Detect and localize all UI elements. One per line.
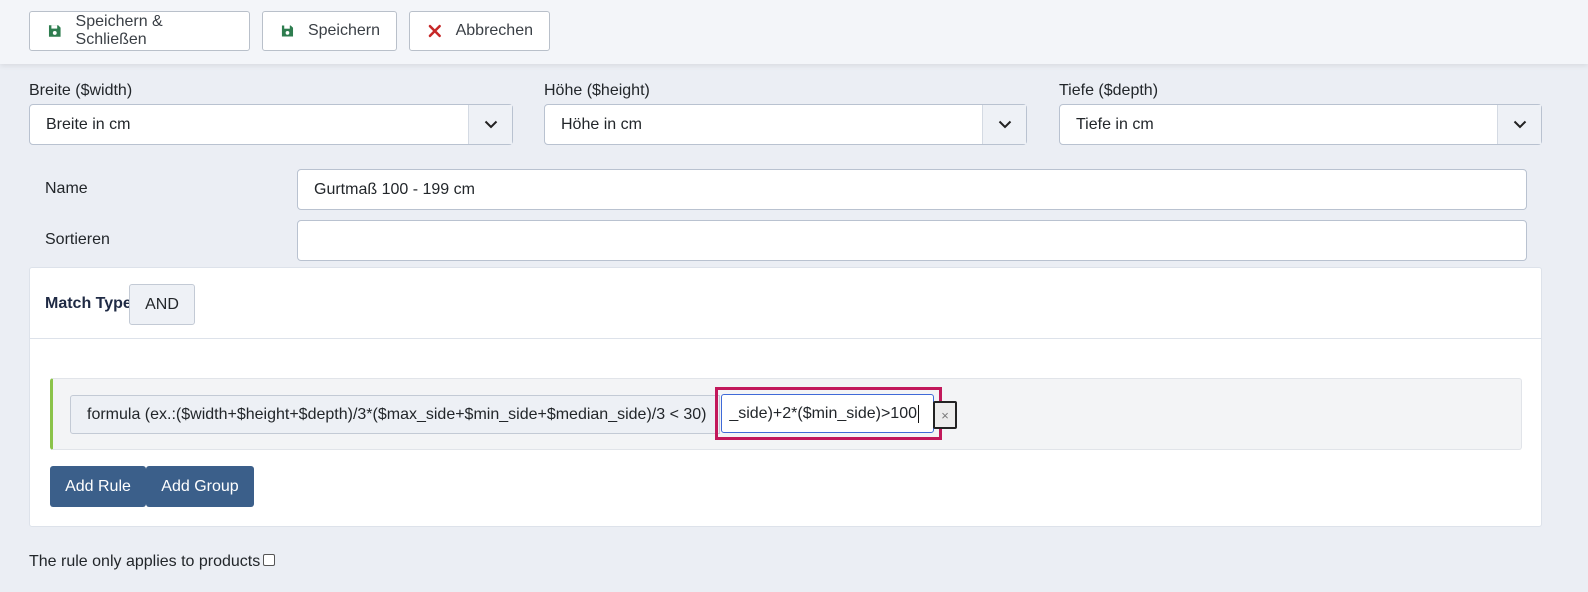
floppy-disk-icon bbox=[281, 25, 294, 37]
floppy-disk-icon bbox=[48, 25, 61, 37]
close-icon bbox=[428, 24, 441, 38]
products-only-label: The rule only applies to products bbox=[29, 553, 261, 570]
depth-select-value: Tiefe in cm bbox=[1076, 115, 1154, 133]
name-input[interactable]: Gurtmaß 100 - 199 cm bbox=[297, 169, 1527, 210]
remove-rule-button[interactable]: × bbox=[933, 401, 957, 429]
chevron-down-icon[interactable] bbox=[468, 105, 512, 144]
sort-input[interactable] bbox=[297, 220, 1527, 261]
rule-row: formula (ex.:($width+$height+$depth)/3*(… bbox=[50, 378, 1522, 450]
rule-field-label: formula (ex.:($width+$height+$depth)/3*(… bbox=[70, 395, 720, 434]
toolbar: Speichern & Schließen Speichern Abbreche… bbox=[0, 0, 1588, 64]
depth-label: Tiefe ($depth) bbox=[1059, 82, 1159, 99]
add-rule-button[interactable]: Add Rule bbox=[50, 466, 146, 507]
panel-divider bbox=[30, 338, 1541, 339]
match-type-label: Match Type bbox=[45, 295, 132, 312]
name-label: Name bbox=[45, 180, 88, 197]
width-select-value: Breite in cm bbox=[46, 115, 131, 133]
rule-value-text: _side)+2*($min_side)>100 bbox=[729, 404, 917, 422]
width-select[interactable]: Breite in cm bbox=[29, 104, 513, 145]
save-close-label: Speichern & Schließen bbox=[75, 13, 163, 48]
text-caret bbox=[918, 404, 919, 423]
height-select[interactable]: Höhe in cm bbox=[544, 104, 1027, 145]
save-close-button[interactable]: Speichern & Schließen bbox=[29, 11, 250, 51]
cancel-button[interactable]: Abbrechen bbox=[409, 11, 550, 51]
match-type-select[interactable]: AND bbox=[129, 284, 195, 325]
add-group-button[interactable]: Add Group bbox=[146, 466, 254, 507]
width-label: Breite ($width) bbox=[29, 82, 133, 99]
remove-icon: × bbox=[941, 407, 949, 423]
products-only-checkbox[interactable] bbox=[263, 554, 276, 566]
depth-select[interactable]: Tiefe in cm bbox=[1059, 104, 1542, 145]
rule-value-highlight: _side)+2*($min_side)>100 bbox=[715, 387, 942, 440]
chevron-down-icon[interactable] bbox=[982, 105, 1026, 144]
height-label: Höhe ($height) bbox=[544, 82, 650, 99]
save-button[interactable]: Speichern bbox=[262, 11, 397, 51]
name-input-value: Gurtmaß 100 - 199 cm bbox=[314, 180, 475, 198]
rule-value-input[interactable]: _side)+2*($min_side)>100 bbox=[721, 394, 934, 433]
height-select-value: Höhe in cm bbox=[561, 115, 642, 133]
chevron-down-icon[interactable] bbox=[1497, 105, 1541, 144]
sort-label: Sortieren bbox=[45, 231, 110, 248]
products-only-row: The rule only applies to products bbox=[29, 553, 276, 571]
save-label: Speichern bbox=[307, 22, 380, 39]
cancel-label: Abbrechen bbox=[455, 22, 533, 39]
rule-builder-panel: Match Type AND formula (ex.:($width+$hei… bbox=[29, 267, 1542, 527]
